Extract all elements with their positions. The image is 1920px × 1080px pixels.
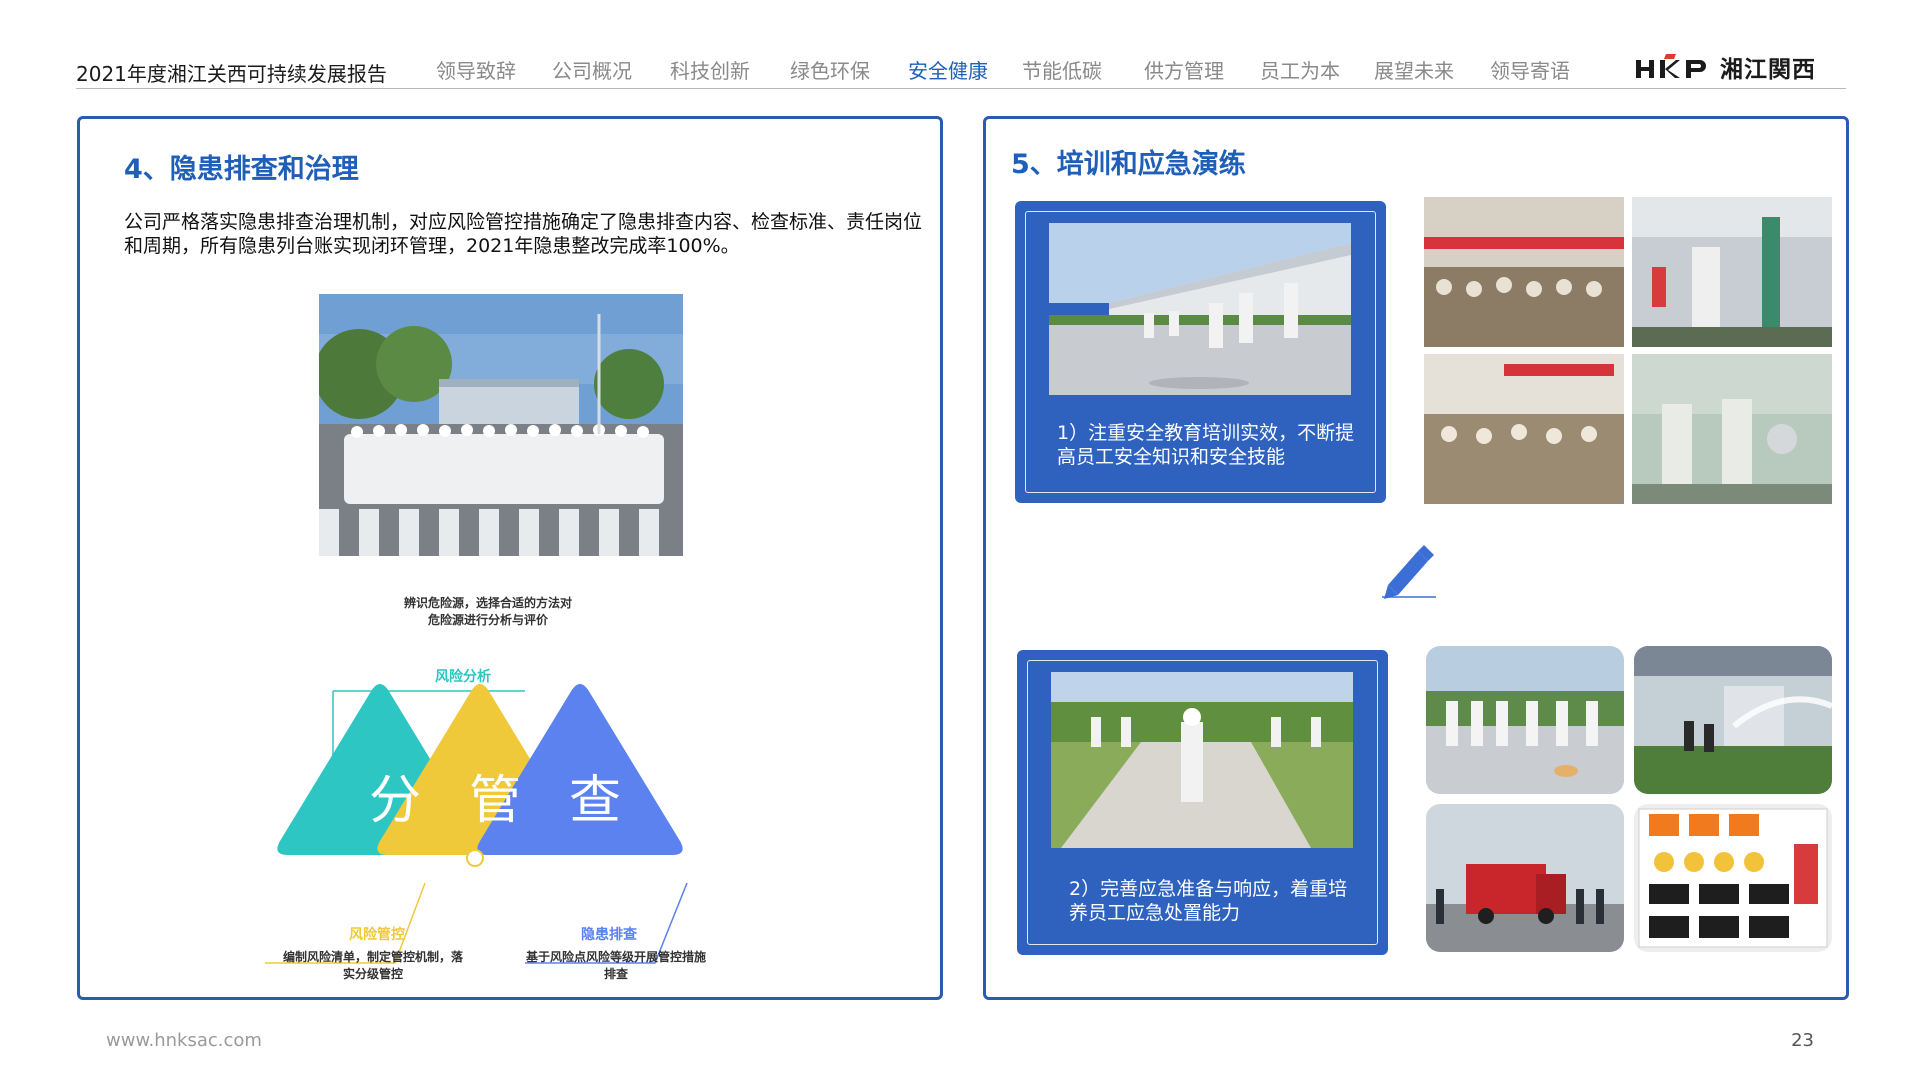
nav-item-closing-words[interactable]: 领导寄语 xyxy=(1490,55,1570,84)
nav-item-innovation[interactable]: 科技创新 xyxy=(670,55,790,84)
panel-hazard-inspection: 4、隐患排查和治理 公司严格落实隐患排查治理机制，对应风险管控措施确定了隐患排查… xyxy=(77,116,943,1000)
classroom-photo-2 xyxy=(1424,354,1624,504)
emergency-drill-photo xyxy=(1051,672,1353,848)
practice-training-photo xyxy=(1632,354,1832,504)
risk-control-desc: 编制风险清单，制定管控机制，落实分级管控 xyxy=(283,950,464,981)
top-nav: 领导致辞 公司概况 科技创新 绿色环保 安全健康 节能低碳 供方管理 员工为本 … xyxy=(436,55,1570,84)
emergency-card: 2）完善应急准备与响应，着重培养员工应急处置能力 xyxy=(1017,650,1388,955)
emergency-caption: 2）完善应急准备与响应，着重培养员工应急处置能力 xyxy=(1069,878,1348,924)
nav-item-employees[interactable]: 员工为本 xyxy=(1260,55,1374,84)
char-fen: 分 xyxy=(368,771,421,831)
page-number: 23 xyxy=(1791,1030,1814,1051)
nav-item-company-overview[interactable]: 公司概况 xyxy=(552,55,670,84)
risk-analysis-label: 风险分析 xyxy=(435,669,491,685)
hazard-check-desc: 基于风险点风险等级开展管控措施排查 xyxy=(525,950,706,981)
char-cha: 查 xyxy=(568,771,621,831)
drill-photo-1 xyxy=(1426,646,1624,794)
nav-item-supplier[interactable]: 供方管理 xyxy=(1144,55,1260,84)
fire-hose-drill-photo xyxy=(1634,646,1832,794)
risk-control-label: 风险管控 xyxy=(349,927,405,943)
team-group-photo xyxy=(319,294,683,556)
equipment-training-photo xyxy=(1632,197,1832,347)
nav-item-leader-speech[interactable]: 领导致辞 xyxy=(436,55,552,84)
training-card: 1）注重安全教育培训实效，不断提高员工安全知识和安全技能 xyxy=(1015,201,1386,503)
nav-item-green[interactable]: 绿色环保 xyxy=(790,55,908,84)
classroom-photo-1 xyxy=(1424,197,1624,347)
hkp-logo-icon xyxy=(1636,54,1706,78)
risk-management-diagram: 辨识危险源，选择合适的方法对危险源进行分析与评价 风险分析 分 管 查 风险管控… xyxy=(255,583,775,1003)
section-title-hazard: 4、隐患排查和治理 xyxy=(124,154,359,185)
nav-item-future[interactable]: 展望未来 xyxy=(1374,55,1490,84)
intro-paragraph: 公司严格落实隐患排查治理机制，对应风险管控措施确定了隐患排查内容、检查标准、责任… xyxy=(124,211,923,257)
company-logo: 湘江関西 xyxy=(1636,50,1816,84)
training-photo xyxy=(1049,223,1351,395)
footer-website: www.hnksac.com xyxy=(106,1030,262,1051)
char-guan: 管 xyxy=(468,771,521,831)
pencil-icon xyxy=(1378,537,1438,599)
nav-item-energy[interactable]: 节能低碳 xyxy=(1022,55,1144,84)
nav-item-safety-health[interactable]: 安全健康 xyxy=(908,55,1022,84)
risk-analysis-desc: 辨识危险源，选择合适的方法对危险源进行分析与评价 xyxy=(403,596,572,627)
report-title: 2021年度湘江关西可持续发展报告 xyxy=(76,62,387,86)
header-divider xyxy=(76,88,1846,89)
panel-training-drills: 5、培训和应急演练 1）注重安全教育培训实效，不断提高员工安全知识和安全技能 2… xyxy=(983,116,1849,1000)
training-caption: 1）注重安全教育培训实效，不断提高员工安全知识和安全技能 xyxy=(1057,422,1355,468)
emergency-equipment-photo xyxy=(1634,804,1832,952)
section-title-training: 5、培训和应急演练 xyxy=(1011,149,1246,180)
fire-truck-photo xyxy=(1426,804,1624,952)
hazard-check-label: 隐患排查 xyxy=(581,927,637,943)
logo-text: 湘江関西 xyxy=(1720,57,1816,83)
